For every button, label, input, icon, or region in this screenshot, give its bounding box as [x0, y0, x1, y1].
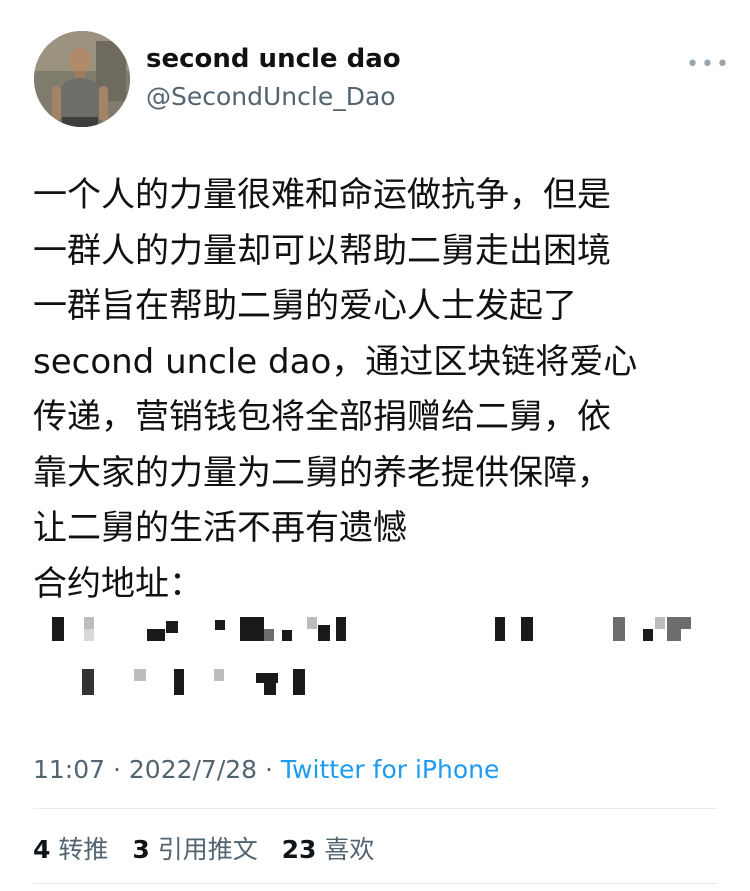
quotes-count: 3	[132, 835, 150, 864]
tweet-line: second uncle dao，通过区块链将爱心	[33, 341, 638, 382]
profile-photo	[34, 31, 130, 127]
retweets-count: 4	[33, 835, 51, 864]
retweets-label: 转推	[58, 835, 109, 864]
likes-label: 喜欢	[324, 835, 375, 864]
likes-stat[interactable]: 23 喜欢	[282, 835, 375, 864]
retweets-stat[interactable]: 4 转推	[33, 835, 108, 864]
likes-count: 23	[281, 835, 317, 864]
divider	[33, 808, 717, 809]
tweet-line: 一个人的力量很难和命运做抗争，但是	[33, 175, 611, 215]
tweet-line: 让二舅的生活不再有遗憾	[33, 508, 407, 548]
user-handle[interactable]: @SecondUncle_Dao	[146, 82, 396, 111]
tweet-line: 合约地址：	[33, 563, 203, 604]
avatar[interactable]	[34, 31, 130, 127]
divider	[33, 883, 717, 884]
tweet-source-link[interactable]: Twitter for iPhone	[281, 755, 499, 784]
tweet-time[interactable]: 11:07	[33, 755, 105, 784]
tweet-meta: 11:07 · 2022/7/28 · Twitter for iPhone	[33, 755, 499, 784]
display-name[interactable]: second uncle dao	[146, 44, 401, 74]
tweet-line: 传递，营销钱包将全部捐赠给二舅，依	[33, 397, 611, 437]
meta-separator: ·	[105, 755, 129, 784]
tweet-line: 靠大家的力量为二舅的养老提供保障，	[33, 452, 611, 493]
tweet-date[interactable]: 2022/7/28	[129, 755, 257, 784]
tweet-line: 一群旨在帮助二舅的爱心人士发起了	[33, 286, 577, 326]
quotes-stat[interactable]: 3 引用推文	[132, 835, 257, 864]
more-options-icon[interactable]: •••	[686, 52, 731, 77]
meta-separator: ·	[257, 755, 281, 784]
tweet-line: 一群人的力量却可以帮助二舅走出困境	[33, 230, 611, 271]
tweet-text: 一个人的力量很难和命运做抗争，但是 一群人的力量却可以帮助二舅走出困境 一群旨在…	[33, 168, 723, 612]
engagement-stats: 4 转推 3 引用推文 23 喜欢	[33, 830, 390, 866]
quotes-label: 引用推文	[157, 835, 258, 864]
